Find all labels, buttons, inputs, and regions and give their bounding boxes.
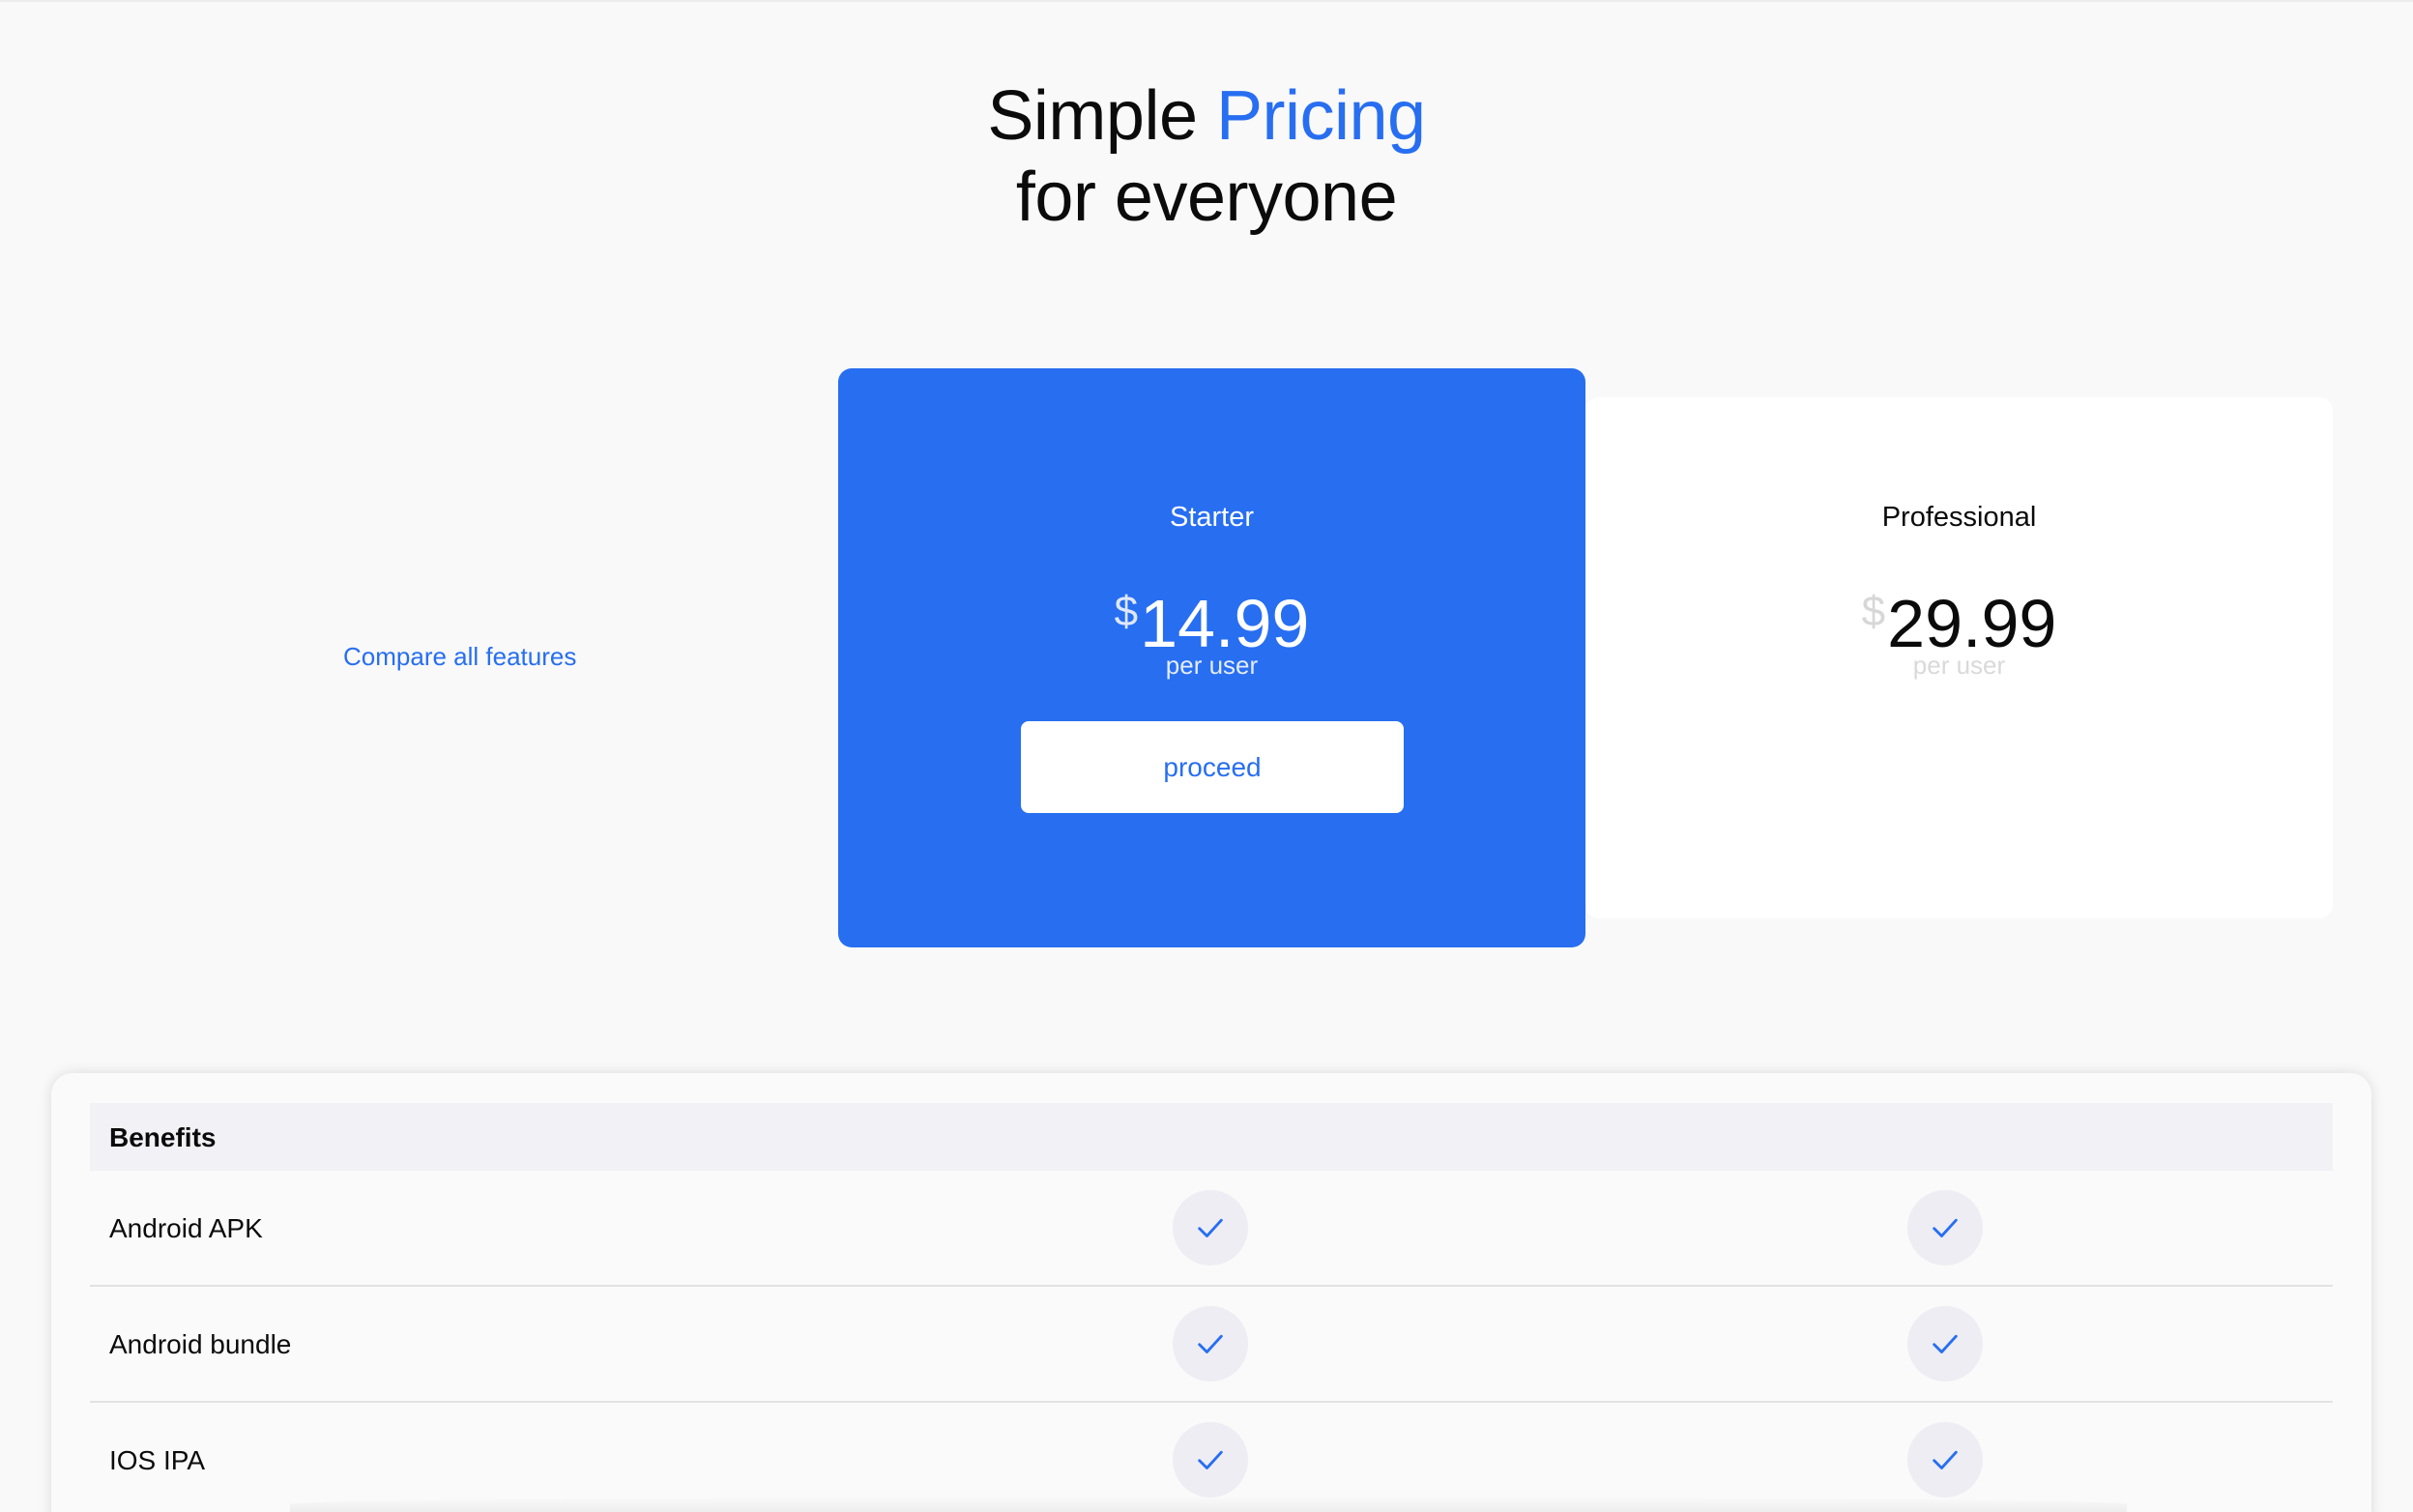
page-title: Simple Pricing for everyone [0, 75, 2413, 238]
starter-included [1173, 1422, 1248, 1497]
check-icon [1933, 1218, 1958, 1237]
table-header-label: Benefits [109, 1122, 217, 1152]
title-accent: Pricing [1216, 77, 1426, 155]
professional-included [1907, 1422, 1983, 1497]
table-row: Android bundle [90, 1287, 2333, 1403]
starter-included [1173, 1306, 1248, 1381]
check-icon [1198, 1450, 1223, 1469]
table-header: Benefits [90, 1103, 2333, 1171]
plan-price: $29.99 [1585, 573, 2333, 662]
proceed-button[interactable]: proceed [1021, 721, 1404, 813]
plan-name: Starter [1169, 502, 1255, 533]
table-row: Android APK [90, 1171, 2333, 1287]
plan-name: Professional [1881, 502, 2037, 533]
benefits-table: Benefits Android APK Android bundle IOS … [51, 1073, 2371, 1512]
feature-label: IOS IPA [109, 1445, 206, 1475]
currency-symbol: $ [1861, 588, 1886, 635]
title-plain: Simple [987, 77, 1216, 155]
check-icon [1933, 1334, 1958, 1353]
pricing-page: Simple Pricing for everyone Compare all … [0, 0, 2413, 1512]
professional-included [1907, 1190, 1983, 1265]
professional-included [1907, 1306, 1983, 1381]
check-icon [1198, 1334, 1223, 1353]
plan-card-starter: Starter $14.99 per user proceed [838, 368, 1585, 947]
price-period: per user [1165, 651, 1259, 680]
plan-card-professional[interactable]: Professional $29.99 per user [1585, 397, 2333, 918]
feature-label: Android APK [109, 1213, 263, 1243]
check-icon [1198, 1218, 1223, 1237]
check-icon [1933, 1450, 1958, 1469]
compare-all-features-link[interactable]: Compare all features [343, 642, 576, 672]
top-divider [0, 0, 2413, 2]
title-line-2: for everyone [1015, 159, 1398, 236]
plan-price: $14.99 [838, 573, 1585, 662]
currency-symbol: $ [1114, 588, 1139, 635]
feature-label: Android bundle [109, 1329, 292, 1359]
price-period: per user [1912, 651, 2006, 680]
bottom-shadow [290, 1497, 2127, 1512]
starter-included [1173, 1190, 1248, 1265]
